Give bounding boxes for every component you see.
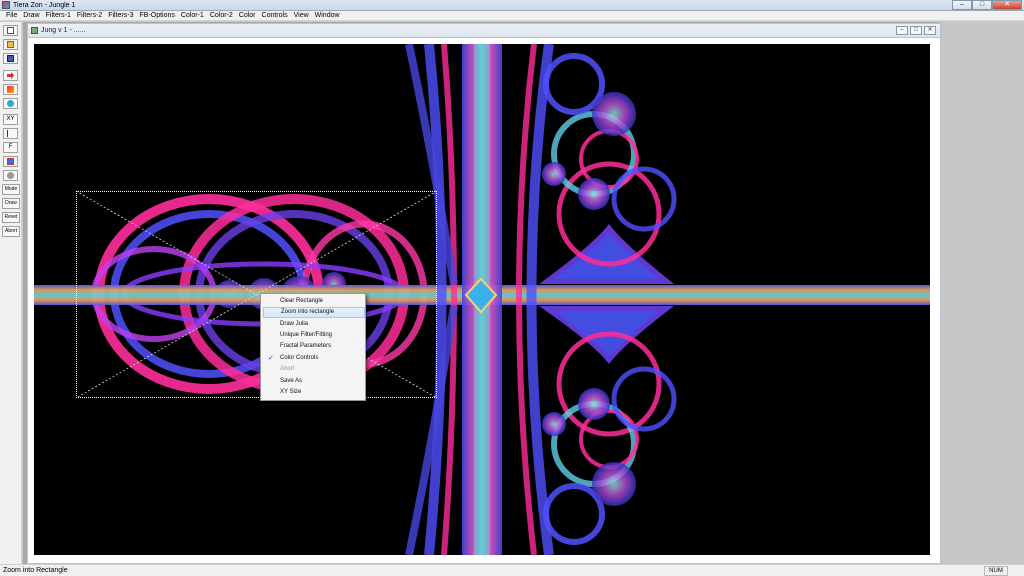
- ctx-label: Clear Rectangle: [280, 298, 324, 304]
- menu-color-1[interactable]: Color-1: [179, 11, 208, 20]
- reset-button[interactable]: Reset: [2, 212, 20, 223]
- ctx-label: Color Controls: [280, 355, 319, 361]
- grid-icon: [7, 158, 14, 165]
- mode-button[interactable]: Mode: [2, 184, 20, 195]
- status-bar: Zoom into Rectangle NUM: [0, 564, 1024, 576]
- check-icon: ✓: [268, 355, 274, 362]
- save-button[interactable]: [3, 53, 18, 64]
- ctx-unique-filter-fitting[interactable]: Unique Filter/Fitting: [263, 330, 365, 341]
- menu-filters-1[interactable]: Filters-1: [44, 11, 75, 20]
- ctx-zoom-into-rectangle[interactable]: Zoom into rectangle: [263, 307, 365, 318]
- zoom-icon: [7, 100, 14, 107]
- ctx-xy-size[interactable]: XY Size: [263, 387, 365, 398]
- minimize-button[interactable]: –: [952, 0, 972, 10]
- ctx-fractal-parameters[interactable]: Fractal Parameters: [263, 341, 365, 352]
- child-minimize-button[interactable]: –: [896, 26, 908, 35]
- left-toolbar: XY F Mode Draw Reset Abort: [0, 22, 22, 564]
- paint-button[interactable]: [3, 84, 18, 95]
- child-window-icon: [31, 27, 38, 34]
- ctx-label: Fractal Parameters: [280, 343, 332, 349]
- cursor-button[interactable]: [3, 128, 18, 139]
- child-title-bar: Jung v 1 - ...... – □ ✕: [28, 24, 940, 38]
- paint-icon: [7, 86, 14, 93]
- title-bar: Tiera Zon - Jungle 1 – □ ✕: [0, 0, 1024, 11]
- child-close-button[interactable]: ✕: [924, 26, 936, 35]
- ctx-label: Zoom into rectangle: [281, 309, 335, 315]
- menu-file[interactable]: File: [4, 11, 21, 20]
- menu-bar: File Draw Filters-1 Filters-2 Filters-3 …: [0, 11, 1024, 21]
- menu-window[interactable]: Window: [313, 11, 344, 20]
- grid-button[interactable]: [3, 156, 18, 167]
- menu-view[interactable]: View: [292, 11, 313, 20]
- ctx-label: Draw Julia: [280, 321, 309, 327]
- ctx-abort: Abort: [263, 364, 365, 375]
- ctx-label: Save As: [280, 378, 303, 384]
- cursor-icon: [7, 130, 14, 137]
- f-button[interactable]: F: [3, 142, 18, 153]
- window-controls: – □ ✕: [952, 0, 1022, 10]
- ctx-label: XY Size: [280, 389, 302, 395]
- zoom-selection-rectangle[interactable]: [76, 191, 437, 398]
- menu-fb-options[interactable]: FB-Options: [137, 11, 178, 20]
- ctx-draw-julia[interactable]: Draw Julia: [263, 319, 365, 330]
- menu-controls[interactable]: Controls: [260, 11, 292, 20]
- ctx-color-controls[interactable]: ✓ Color Controls: [263, 353, 365, 364]
- num-lock-indicator: NUM: [984, 566, 1008, 576]
- open-folder-button[interactable]: [3, 39, 18, 50]
- close-button[interactable]: ✕: [992, 0, 1022, 10]
- zoom-button[interactable]: [3, 98, 18, 109]
- child-window-title: Jung v 1 - ......: [41, 27, 86, 34]
- maximize-button[interactable]: □: [972, 0, 992, 10]
- circle-gray-icon: [7, 172, 14, 179]
- abort-button[interactable]: Abort: [2, 226, 20, 237]
- ctx-clear-rectangle[interactable]: Clear Rectangle: [263, 296, 365, 307]
- circle-button[interactable]: [3, 170, 18, 181]
- new-file-button[interactable]: [3, 25, 18, 36]
- menu-color-2[interactable]: Color-2: [208, 11, 237, 20]
- window-title: Tiera Zon - Jungle 1: [13, 2, 76, 9]
- menu-filters-2[interactable]: Filters-2: [75, 11, 106, 20]
- open-folder-icon: [7, 41, 14, 48]
- save-icon: [7, 55, 14, 62]
- menu-draw[interactable]: Draw: [21, 11, 43, 20]
- arrow-button[interactable]: [3, 70, 18, 81]
- new-file-icon: [7, 27, 14, 34]
- ctx-save-as[interactable]: Save As: [263, 376, 365, 387]
- draw-button[interactable]: Draw: [2, 198, 20, 209]
- app-icon: [2, 1, 10, 9]
- ctx-label: Abort: [280, 366, 295, 372]
- menu-filters-3[interactable]: Filters-3: [106, 11, 137, 20]
- menu-color[interactable]: Color: [237, 11, 260, 20]
- child-window-controls: – □ ✕: [896, 26, 936, 35]
- arrow-red-icon: [7, 72, 14, 79]
- xy-button[interactable]: XY: [3, 114, 18, 125]
- context-menu: Clear Rectangle Zoom into rectangle Draw…: [260, 293, 366, 401]
- ctx-label: Unique Filter/Fitting: [280, 332, 333, 338]
- status-text: Zoom into Rectangle: [3, 567, 68, 574]
- child-maximize-button[interactable]: □: [910, 26, 922, 35]
- right-panel: [940, 22, 1024, 564]
